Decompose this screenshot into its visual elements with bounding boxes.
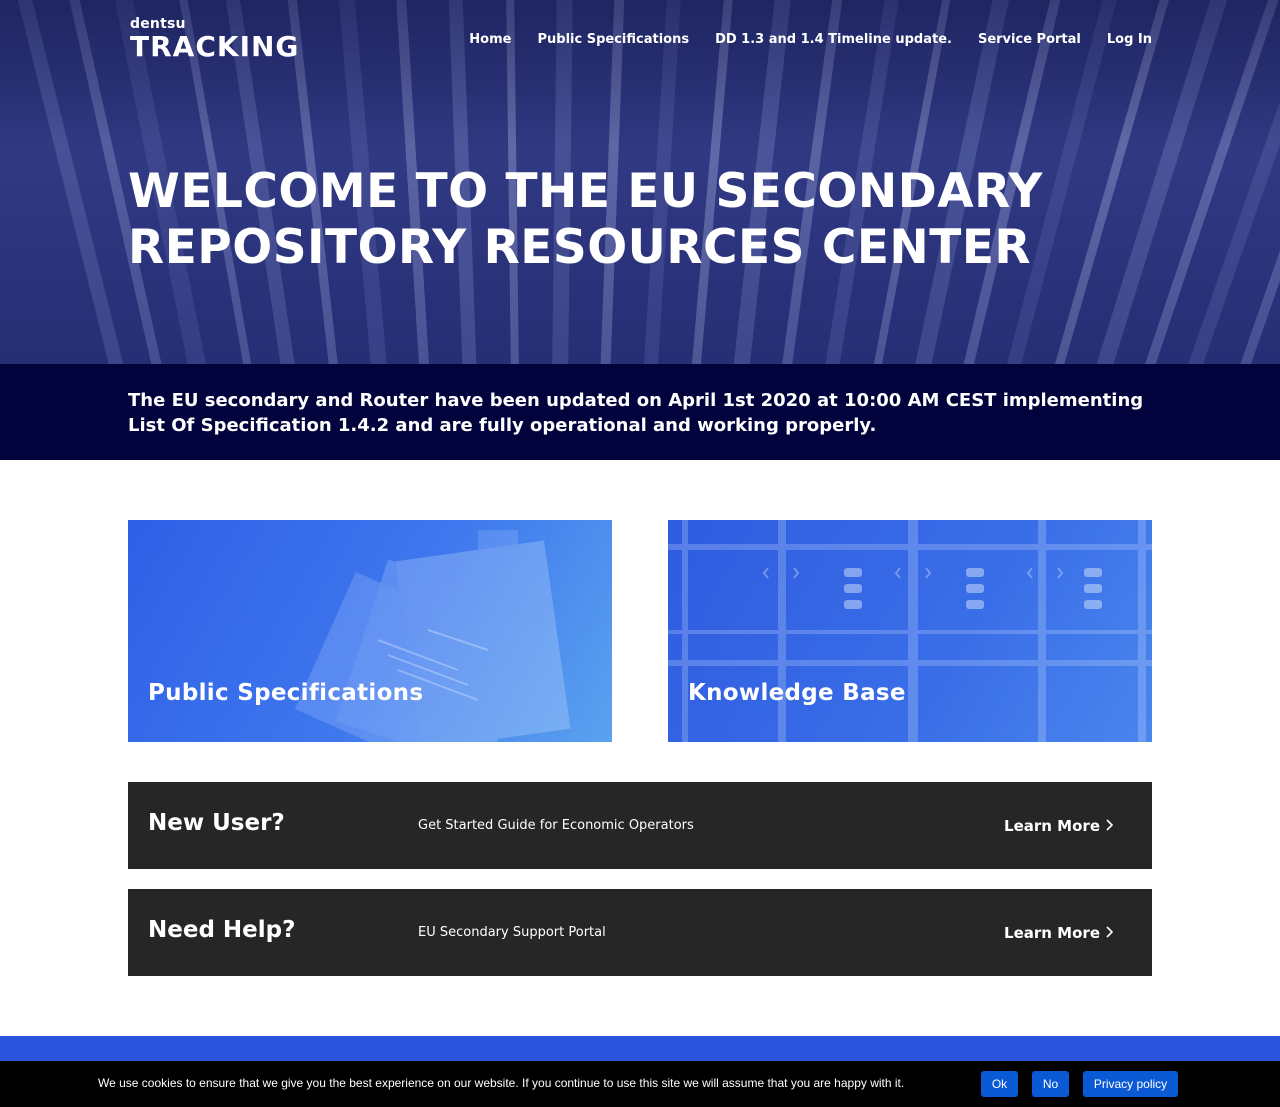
chevron-right-icon[interactable]: [1104, 818, 1116, 832]
hero-title-line-2: REPOSITORY RESOURCES CENTER: [128, 220, 1032, 275]
status-notice-line-1: The EU secondary and Router have been up…: [128, 390, 1144, 411]
privacy-policy-button[interactable]: Privacy policy: [1083, 1071, 1178, 1097]
nav-timeline-update[interactable]: DD 1.3 and 1.4 Timeline update.: [715, 32, 952, 47]
hero-title-line-1: WELCOME TO THE EU SECONDARY: [128, 164, 1043, 219]
nav-home[interactable]: Home: [469, 32, 511, 47]
nav-log-in[interactable]: Log In: [1107, 32, 1152, 47]
cta-need-help: Need Help? EU Secondary Support Portal L…: [128, 889, 1152, 976]
cta-title-need-help: Need Help?: [148, 917, 296, 943]
status-notice-band: The EU secondary and Router have been up…: [0, 364, 1280, 460]
card-server-rack-image: [668, 520, 1152, 742]
status-notice-line-2: List Of Specification 1.4.2 and are full…: [128, 415, 877, 436]
cta-new-user: New User? Get Started Guide for Economic…: [128, 782, 1152, 869]
cookie-no-button[interactable]: No: [1032, 1071, 1069, 1097]
learn-more-link-need-help[interactable]: Learn More: [1004, 924, 1100, 942]
card-title-knowledge-base: Knowledge Base: [688, 680, 906, 706]
chevron-right-icon[interactable]: [1104, 925, 1116, 939]
logo-wordmark-tracking: TRACKING: [130, 30, 300, 63]
status-notice-text: The EU secondary and Router have been up…: [128, 388, 1152, 438]
card-public-specifications[interactable]: Public Specifications: [128, 520, 612, 742]
cta-description-new-user: Get Started Guide for Economic Operators: [418, 818, 694, 833]
cookie-consent-text: We use cookies to ensure that we give yo…: [98, 1076, 905, 1090]
card-title-public-specifications: Public Specifications: [148, 680, 424, 706]
cta-title-new-user: New User?: [148, 810, 285, 836]
cookie-consent-bar: We use cookies to ensure that we give yo…: [0, 1061, 1280, 1107]
cookie-ok-button[interactable]: Ok: [981, 1071, 1018, 1097]
card-documents-image: [294, 530, 571, 742]
hero-title: WELCOME TO THE EU SECONDARY REPOSITORY R…: [128, 164, 1128, 276]
learn-more-link-new-user[interactable]: Learn More: [1004, 817, 1100, 835]
main-nav: Home Public Specifications DD 1.3 and 1.…: [443, 32, 1152, 47]
nav-service-portal[interactable]: Service Portal: [978, 32, 1081, 47]
hero-banner: dentsu TRACKING Home Public Specificatio…: [0, 0, 1280, 364]
nav-public-specifications[interactable]: Public Specifications: [537, 32, 689, 47]
brand-logo[interactable]: dentsu TRACKING: [130, 16, 299, 62]
cta-description-need-help: EU Secondary Support Portal: [418, 925, 606, 940]
card-knowledge-base[interactable]: Knowledge Base: [668, 520, 1152, 742]
